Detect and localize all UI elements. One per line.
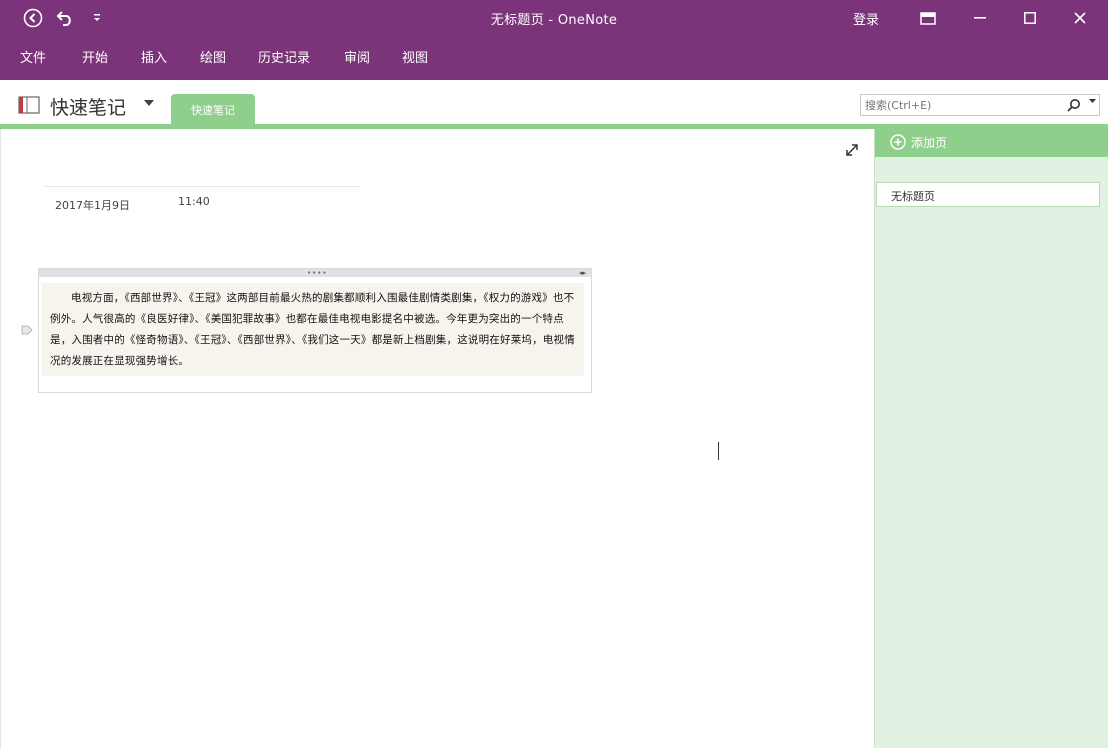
tab-review[interactable]: 审阅 (344, 47, 370, 66)
section-tab[interactable]: 快速笔记 (171, 94, 255, 125)
expand-icon[interactable] (845, 143, 859, 157)
search-icon[interactable] (1067, 98, 1081, 112)
pages-pane (874, 129, 1108, 748)
page-time: 11:40 (178, 195, 210, 208)
tab-file[interactable]: 文件 (20, 47, 46, 66)
tab-draw[interactable]: 绘图 (200, 47, 226, 66)
text-cursor (718, 442, 719, 460)
search-input[interactable] (865, 97, 1061, 113)
resize-arrows-icon[interactable]: ◂▸ (579, 269, 586, 277)
signin-button[interactable]: 登录 (853, 9, 879, 28)
add-page-button[interactable]: 添加页 (875, 127, 1108, 157)
search-scope-dropdown-icon[interactable] (1089, 99, 1096, 104)
tab-view[interactable]: 视图 (402, 47, 428, 66)
minimize-button[interactable] (960, 4, 1000, 32)
maximize-button[interactable] (1010, 4, 1050, 32)
close-icon (1074, 12, 1086, 24)
maximize-icon (1024, 12, 1036, 24)
pasted-text-image: 电视方面，《西部世界》、《王冠》这两部目前最火热的剧集都顺利入围最佳剧情类剧集，… (42, 283, 584, 376)
page-canvas[interactable] (0, 129, 874, 748)
close-button[interactable] (1060, 4, 1100, 32)
ribbon-tabs: 文件 开始 插入 绘图 历史记录 审阅 视图 (0, 36, 1108, 80)
notebook-icon (18, 96, 40, 114)
tab-insert[interactable]: 插入 (141, 47, 167, 66)
add-page-label: 添加页 (911, 136, 948, 150)
note-container-handle[interactable]: •••• ◂▸ (39, 269, 591, 277)
drag-handle-icon[interactable]: •••• (307, 270, 328, 277)
page-list-item[interactable]: 无标题页 (876, 182, 1100, 207)
ribbon-display-button[interactable] (908, 4, 948, 32)
add-circle-icon (890, 134, 906, 150)
tab-home[interactable]: 开始 (82, 47, 108, 66)
page-date: 2017年1月9日 (55, 199, 130, 212)
chevron-down-icon[interactable] (144, 100, 154, 106)
paragraph-handle-icon[interactable] (21, 324, 33, 336)
ribbon-display-icon (920, 11, 936, 25)
minimize-icon (974, 17, 986, 19)
search-box[interactable] (860, 94, 1100, 116)
notebook-name[interactable]: 快速笔记 (50, 93, 126, 120)
tab-history[interactable]: 历史记录 (258, 47, 310, 66)
page-title-underline (44, 186, 360, 187)
title-bar: 无标题页 - OneNote 登录 (0, 0, 1108, 36)
